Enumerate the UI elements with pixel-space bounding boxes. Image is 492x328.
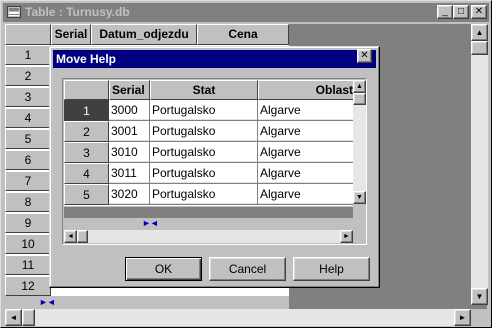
row-number[interactable]: 7: [5, 171, 51, 191]
cell-stat[interactable]: Portugalsko: [150, 121, 258, 142]
close-button[interactable]: ✕: [471, 5, 487, 19]
dialog-title-bar[interactable]: Move Help: [53, 50, 376, 68]
dialog-grid-nav-bar: ►◄: [64, 218, 353, 230]
cell-oblast[interactable]: Algarve: [258, 142, 353, 163]
row-number[interactable]: 1: [5, 45, 51, 65]
scroll-down-icon[interactable]: ▼: [471, 288, 488, 305]
row-number[interactable]: 8: [5, 192, 51, 212]
dialog-navigate-arrows-icon[interactable]: ►◄: [142, 218, 159, 229]
dialog-scroll-right-icon[interactable]: ►: [340, 230, 353, 243]
dialog-table-body[interactable]: Serial Stat Oblast 1 3000 Portugalsko Al…: [64, 80, 353, 206]
column-header-cena[interactable]: Cena: [197, 24, 289, 45]
main-title-bar[interactable]: Table : Turnusy.db: [3, 3, 489, 22]
ok-button[interactable]: OK: [125, 257, 202, 281]
dialog-horizontal-scrollbar[interactable]: ◄ ►: [64, 230, 353, 243]
table-app-icon: [7, 6, 21, 18]
dialog-row-number[interactable]: 1: [64, 100, 109, 121]
main-horizontal-scrollbar[interactable]: ◄ ►: [5, 309, 471, 326]
column-header-serial[interactable]: Serial: [51, 24, 91, 45]
help-button[interactable]: Help: [293, 257, 370, 281]
cell-serial[interactable]: 3000: [109, 100, 150, 121]
main-vertical-scrollbar[interactable]: ▲ ▼: [471, 24, 488, 305]
dialog-row-number[interactable]: 2: [64, 121, 109, 142]
dialog-horizontal-scroll-thumb[interactable]: [77, 230, 88, 243]
corner-header: [5, 24, 51, 45]
cell-serial[interactable]: 3001: [109, 121, 150, 142]
dialog-vertical-scroll-thumb[interactable]: [353, 93, 366, 105]
dialog-column-header-oblast[interactable]: Oblast: [258, 80, 353, 100]
main-window-title: Table : Turnusy.db: [25, 5, 130, 19]
dialog-close-button[interactable]: ✕: [357, 49, 372, 63]
cell-oblast[interactable]: Algarve: [258, 163, 353, 184]
cell-stat[interactable]: Portugalsko: [150, 100, 258, 121]
row-number[interactable]: 3: [5, 87, 51, 107]
cell-oblast[interactable]: Algarve: [258, 121, 353, 142]
row-number[interactable]: 10: [5, 234, 51, 254]
cancel-button[interactable]: Cancel: [209, 257, 286, 281]
cell-serial[interactable]: 3010: [109, 142, 150, 163]
row-number[interactable]: 4: [5, 108, 51, 128]
cell-stat[interactable]: Portugalsko: [150, 184, 258, 205]
cell-serial[interactable]: 3020: [109, 184, 150, 205]
row-number[interactable]: 5: [5, 129, 51, 149]
vertical-scroll-thumb[interactable]: [471, 41, 488, 55]
scroll-left-icon[interactable]: ◄: [5, 309, 22, 326]
dialog-grid-empty-area: [64, 207, 353, 218]
navigate-arrows-icon[interactable]: ►◄: [39, 297, 56, 308]
row-number[interactable]: 9: [5, 213, 51, 233]
dialog-title: Move Help: [56, 52, 117, 66]
cell-oblast[interactable]: Algarve: [258, 184, 353, 205]
dialog-row-number[interactable]: 4: [64, 163, 109, 184]
row-number[interactable]: 2: [5, 66, 51, 86]
main-grid-nav-bar: ►◄: [5, 296, 289, 309]
row-number[interactable]: 12: [5, 276, 51, 296]
scroll-up-icon[interactable]: ▲: [471, 24, 488, 41]
dialog-corner-header: [64, 80, 109, 100]
scrollbar-corner: [471, 309, 488, 326]
dialog-table-grid: Serial Stat Oblast 1 3000 Portugalsko Al…: [62, 78, 367, 245]
row-number[interactable]: 11: [5, 255, 51, 275]
dialog-column-header-serial[interactable]: Serial: [109, 80, 150, 100]
horizontal-scroll-thumb[interactable]: [22, 309, 35, 326]
dialog-scroll-up-icon[interactable]: ▲: [353, 80, 366, 93]
dialog-row-number[interactable]: 3: [64, 142, 109, 163]
move-help-dialog: Move Help ✕ Serial Stat Oblast 1 3000 Po…: [49, 46, 380, 288]
row-number[interactable]: 6: [5, 150, 51, 170]
dialog-vertical-scrollbar[interactable]: ▲ ▼: [353, 80, 366, 204]
dialog-scroll-down-icon[interactable]: ▼: [353, 191, 366, 204]
cell-oblast[interactable]: Algarve: [258, 100, 353, 121]
column-header-datum-odjezdu[interactable]: Datum_odjezdu: [91, 24, 197, 45]
maximize-button[interactable]: □: [453, 5, 469, 19]
minimize-button[interactable]: _: [437, 5, 453, 19]
scroll-right-icon[interactable]: ►: [454, 309, 471, 326]
cell-serial[interactable]: 3011: [109, 163, 150, 184]
dialog-row-number[interactable]: 5: [64, 184, 109, 205]
dialog-column-header-stat[interactable]: Stat: [150, 80, 258, 100]
cell-stat[interactable]: Portugalsko: [150, 142, 258, 163]
dialog-scroll-left-icon[interactable]: ◄: [64, 230, 77, 243]
cell-stat[interactable]: Portugalsko: [150, 163, 258, 184]
